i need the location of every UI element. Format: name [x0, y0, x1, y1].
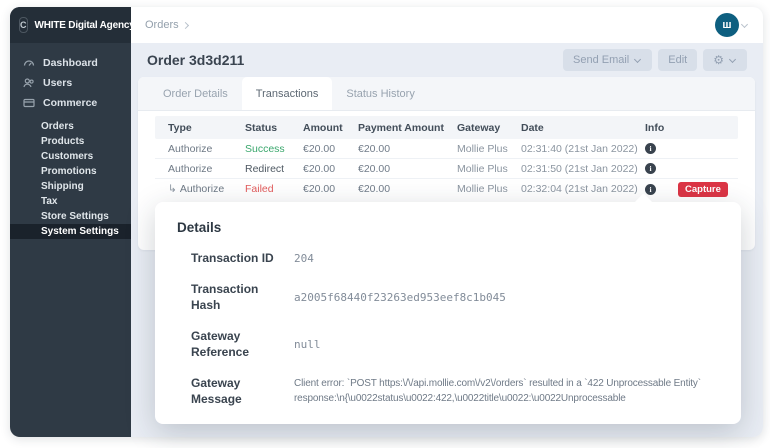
cell-status: Redirect [245, 163, 303, 175]
sidebar: C WHITE Digital Agency Dashboard Users [10, 7, 131, 437]
info-icon[interactable]: i [645, 143, 656, 154]
commerce-subnav: Orders Products Customers Promotions Shi… [10, 119, 131, 239]
col-date: Date [521, 122, 645, 134]
child-transaction-icon: ↳ [168, 183, 177, 195]
edit-label: Edit [668, 54, 687, 66]
detail-row-transaction-hash: Transaction Hash a2005f68440f23263ed953e… [191, 281, 719, 313]
settings-dropdown-button[interactable]: ⚙ [703, 49, 747, 71]
cell-amount: €20.00 [303, 143, 358, 155]
transaction-hash-label: Transaction Hash [191, 281, 287, 313]
sidebar-item-system-settings[interactable]: System Settings [10, 224, 131, 239]
edit-button[interactable]: Edit [658, 49, 697, 71]
avatar-chevron-down-icon[interactable] [741, 21, 748, 28]
col-gateway: Gateway [457, 122, 521, 134]
breadcrumb-chevron-icon [182, 21, 189, 28]
brand-badge: C [19, 17, 28, 33]
sidebar-item-store-settings[interactable]: Store Settings [10, 209, 131, 224]
details-title: Details [177, 220, 719, 235]
send-email-label: Send Email [573, 54, 629, 66]
gateway-message-line-2: response:\n{\u0022status\u0022:422,\u002… [294, 391, 701, 406]
cell-type-label: Authorize [180, 183, 224, 195]
detail-row-gateway-reference: Gateway Reference null [191, 328, 719, 360]
sidebar-item-products[interactable]: Products [10, 134, 131, 149]
commerce-icon [23, 97, 35, 109]
cell-type: ↳Authorize [168, 183, 245, 195]
details-rows: Transaction ID 204 Transaction Hash a200… [191, 250, 719, 407]
sidebar-nav: Dashboard Users Commerce Orders Products… [10, 43, 131, 239]
capture-button[interactable]: Capture [678, 182, 728, 197]
page-header: Order 3d3d211 Send Email Edit ⚙ [131, 43, 763, 77]
sidebar-item-promotions[interactable]: Promotions [10, 164, 131, 179]
gear-icon: ⚙ [713, 54, 724, 66]
sidebar-item-label: Dashboard [43, 57, 98, 69]
cell-info: i [645, 143, 738, 154]
col-amount: Amount [303, 122, 358, 134]
sidebar-item-tax[interactable]: Tax [10, 194, 131, 209]
sidebar-item-shipping[interactable]: Shipping [10, 179, 131, 194]
brand-logo[interactable]: C WHITE Digital Agency [10, 7, 131, 43]
chevron-down-icon [729, 55, 736, 62]
avatar[interactable]: ш [715, 13, 739, 37]
table-row: Authorize Success €20.00 €20.00 Mollie P… [155, 139, 738, 159]
cell-gateway: Mollie Plus [457, 143, 521, 155]
sidebar-item-orders[interactable]: Orders [10, 119, 131, 134]
gateway-reference-value: null [294, 338, 321, 351]
cell-status: Success [245, 143, 303, 155]
table-row: ↳Authorize Failed €20.00 €20.00 Mollie P… [155, 179, 738, 199]
gauge-icon [23, 57, 35, 69]
brand-title: WHITE Digital Agency [35, 20, 135, 31]
page-title: Order 3d3d211 [147, 52, 244, 68]
tab-bar: Order Details Transactions Status Histor… [138, 77, 755, 111]
transactions-table: Type Status Amount Payment Amount Gatewa… [138, 111, 755, 199]
tab-order-details[interactable]: Order Details [149, 77, 242, 110]
cell-date: 02:31:50 (21st Jan 2022) [521, 163, 645, 175]
sidebar-item-commerce[interactable]: Commerce [10, 93, 131, 113]
cell-date: 02:32:04 (21st Jan 2022) [521, 183, 645, 195]
col-type: Type [168, 122, 245, 134]
detail-row-transaction-id: Transaction ID 204 [191, 250, 719, 266]
sidebar-item-label: Commerce [43, 97, 97, 109]
table-row: Authorize Redirect €20.00 €20.00 Mollie … [155, 159, 738, 179]
cell-date: 02:31:40 (21st Jan 2022) [521, 143, 645, 155]
col-payment-amount: Payment Amount [358, 122, 457, 134]
cell-amount: €20.00 [303, 163, 358, 175]
detail-row-gateway-message: Gateway Message Client error: `POST http… [191, 375, 719, 407]
cell-status: Failed [245, 183, 303, 195]
sidebar-item-users[interactable]: Users [10, 73, 131, 93]
gateway-message-label: Gateway Message [191, 375, 287, 407]
sidebar-item-dashboard[interactable]: Dashboard [10, 53, 131, 73]
info-icon[interactable]: i [645, 184, 656, 195]
table-header: Type Status Amount Payment Amount Gatewa… [155, 116, 738, 139]
cell-gateway: Mollie Plus [457, 163, 521, 175]
header-actions: Send Email Edit ⚙ [563, 49, 747, 71]
cell-type: Authorize [168, 163, 245, 175]
chevron-down-icon [634, 55, 641, 62]
transaction-id-label: Transaction ID [191, 250, 287, 266]
cell-type: Authorize [168, 143, 245, 155]
gateway-message-line-1: Client error: `POST https:\/\/api.mollie… [294, 376, 701, 391]
cell-gateway: Mollie Plus [457, 183, 521, 195]
tab-transactions[interactable]: Transactions [242, 77, 333, 110]
cell-payment-amount: €20.00 [358, 143, 457, 155]
cell-info: i Capture [645, 182, 738, 197]
breadcrumb[interactable]: Orders [145, 19, 179, 31]
gateway-reference-label: Gateway Reference [191, 328, 287, 360]
tab-status-history[interactable]: Status History [332, 77, 428, 110]
cell-payment-amount: €20.00 [358, 183, 457, 195]
info-icon[interactable]: i [645, 163, 656, 174]
sidebar-item-customers[interactable]: Customers [10, 149, 131, 164]
cell-amount: €20.00 [303, 183, 358, 195]
topbar: Orders ш [131, 7, 763, 43]
gateway-message-value: Client error: `POST https:\/\/api.mollie… [294, 376, 701, 406]
cell-payment-amount: €20.00 [358, 163, 457, 175]
transaction-hash-value: a2005f68440f23263ed953eef8c1b045 [294, 291, 506, 304]
col-status: Status [245, 122, 303, 134]
transaction-id-value: 204 [294, 252, 314, 265]
col-info: Info [645, 122, 738, 134]
send-email-button[interactable]: Send Email [563, 49, 652, 71]
users-icon [23, 77, 35, 89]
transaction-details-popover: Details Transaction ID 204 Transaction H… [155, 202, 741, 424]
cell-info: i [645, 163, 738, 174]
sidebar-item-label: Users [43, 77, 72, 89]
